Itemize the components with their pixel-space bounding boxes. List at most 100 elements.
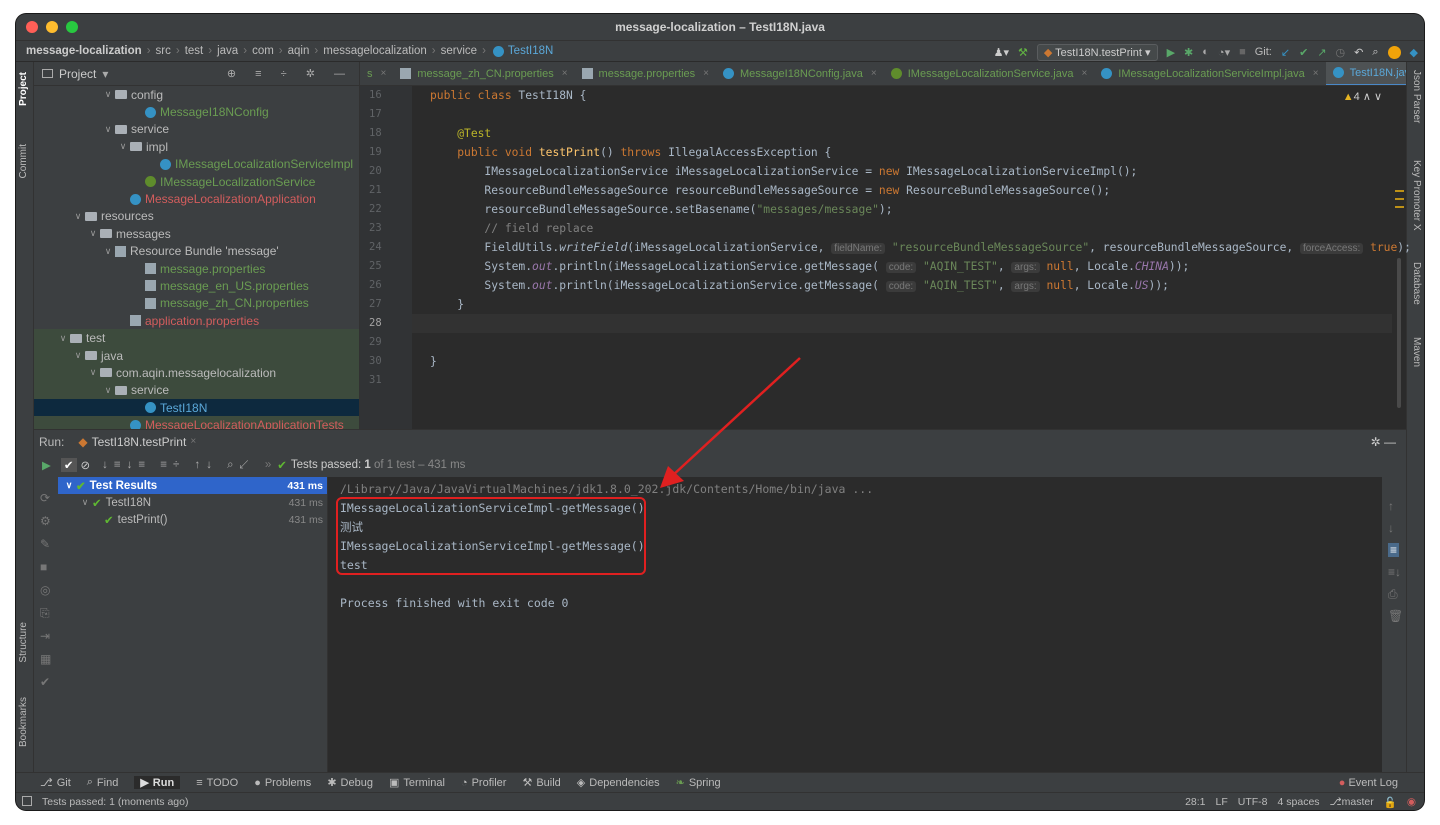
tree-item[interactable]: message.properties [34, 260, 359, 277]
tree-item[interactable]: TestI18N [34, 399, 359, 417]
run-side-icons[interactable]: ⟳ ⚙ ✎ ■ ◎ ⎘ ⇥ ▦ ✔ [40, 487, 51, 694]
editor-tab[interactable]: TestI18N.java× [1325, 62, 1406, 85]
git-push-icon[interactable]: ↗ [1317, 46, 1326, 59]
history-icon[interactable]: ◷ [1336, 46, 1346, 59]
editor-scrollbar[interactable] [1392, 86, 1406, 429]
tree-item[interactable]: ∨ Resource Bundle 'message' [34, 243, 359, 260]
line-number[interactable]: 23 [360, 219, 412, 238]
tool-window-spring[interactable]: ❧ Spring [676, 776, 721, 790]
expand-arrow-icon[interactable]: ∨ [71, 350, 85, 361]
git-branch[interactable]: ⎇master [1330, 796, 1374, 808]
project-panel-title[interactable]: Project [59, 67, 96, 81]
code-area[interactable]: public class TestI18N { @Test public voi… [412, 86, 1411, 429]
update-icon[interactable] [1387, 45, 1401, 59]
line-number[interactable]: 24 [360, 238, 412, 257]
tree-item[interactable]: MessageLocalizationApplicationTests [34, 416, 359, 429]
run-panel-settings-icon[interactable]: ✲ — [1371, 435, 1396, 449]
debug-icon[interactable]: ✱ [1184, 46, 1193, 59]
search-icon[interactable]: ⌕ [1372, 46, 1378, 59]
run-icon[interactable]: ▶ [1167, 46, 1175, 59]
expand-arrow-icon[interactable]: ∨ [71, 211, 85, 222]
expand-arrow-icon[interactable]: ∨ [101, 124, 115, 135]
close-tab-icon[interactable]: × [703, 68, 709, 79]
expand-arrow-icon[interactable]: ∨ [62, 480, 76, 491]
tool-window-profiler[interactable]: ◔ Profiler [461, 777, 507, 789]
rerun-icon[interactable]: ▶ [42, 458, 51, 472]
json-parser-tab[interactable]: Json Parser [1411, 70, 1422, 123]
breadcrumb-service[interactable]: service [441, 45, 477, 57]
breadcrumb-src[interactable]: src [156, 45, 171, 57]
tree-item[interactable]: ∨ java [34, 346, 359, 365]
run-tab[interactable]: ◆ TestI18N.testPrint × [78, 435, 196, 449]
line-number[interactable]: 16 [360, 86, 412, 105]
tree-item[interactable]: ∨ service [34, 381, 359, 400]
tree-item[interactable]: IMessageLocalizationService [34, 173, 359, 190]
tool-window-build[interactable]: ⚒ Build [522, 776, 560, 790]
editor-tab[interactable]: IMessageLocalizationService.java × [884, 62, 1095, 85]
event-log-button[interactable]: ● Event Log [1339, 777, 1398, 789]
status-panel-icon[interactable] [22, 796, 32, 806]
structure-tool-tab[interactable]: Structure [18, 622, 29, 663]
stop-icon[interactable]: ■ [1239, 46, 1246, 58]
file-encoding[interactable]: UTF-8 [1238, 796, 1268, 808]
coverage-icon[interactable]: ◐ [1202, 46, 1209, 58]
tool-window-todo[interactable]: ≡ TODO [196, 777, 238, 789]
show-ignored-toggle[interactable]: ⊘ [81, 458, 91, 472]
plugin-icon[interactable]: ◆ [1410, 46, 1418, 59]
profile-icon[interactable]: ◔▾ [1218, 46, 1230, 59]
expand-arrow-icon[interactable]: ∨ [101, 89, 115, 100]
show-passed-toggle[interactable]: ✔ [60, 458, 77, 472]
database-tab[interactable]: Database [1411, 262, 1422, 305]
memory-indicator[interactable]: ◉ [1407, 796, 1416, 808]
breadcrumb-messagelocalization[interactable]: messagelocalization [323, 45, 427, 57]
line-number[interactable]: 21 [360, 181, 412, 200]
line-number[interactable]: 27 [360, 295, 412, 314]
line-number[interactable]: 19 [360, 143, 412, 162]
line-number[interactable]: 29 [360, 333, 412, 352]
git-commit-icon[interactable]: ✔ [1299, 46, 1308, 59]
run-config-select[interactable]: ◆ TestI18N.testPrint ▾ [1036, 43, 1158, 61]
tree-item[interactable]: ∨ com.aqin.messagelocalization [34, 364, 359, 382]
test-result-row[interactable]: ✔ testPrint() 431 ms [58, 511, 327, 528]
line-separator[interactable]: LF [1216, 796, 1228, 808]
test-result-row[interactable]: ∨ ✔ TestI18N 431 ms [58, 494, 327, 511]
tree-item[interactable]: ∨ resources [34, 208, 359, 225]
tree-item[interactable]: message_en_US.properties [34, 277, 359, 294]
editor-tab[interactable]: s × [360, 62, 393, 85]
rollback-icon[interactable]: ↶ [1354, 46, 1363, 59]
tool-window-problems[interactable]: ● Problems [254, 777, 311, 789]
line-number[interactable]: 26 [360, 276, 412, 295]
close-tab-icon[interactable]: × [562, 68, 568, 79]
expand-arrow-icon[interactable]: ∨ [116, 141, 130, 152]
breadcrumb-java[interactable]: java [217, 45, 238, 57]
editor-tab[interactable]: MessageI18NConfig.java × [716, 62, 884, 85]
line-number[interactable]: 28 [360, 314, 412, 333]
breadcrumb-test[interactable]: test [185, 45, 204, 57]
line-number[interactable]: 31 [360, 371, 412, 390]
tree-item[interactable]: application.properties [34, 312, 359, 329]
tool-window-debug[interactable]: ✱ Debug [327, 776, 373, 790]
tool-window-terminal[interactable]: ▣ Terminal [389, 776, 445, 790]
zoom-window-button[interactable] [66, 21, 78, 33]
tool-window-run[interactable]: ▶ Run [134, 776, 181, 789]
tool-window-find[interactable]: ⌕ Find [87, 776, 119, 789]
tree-item[interactable]: MessageLocalizationApplication [34, 190, 359, 207]
cursor-position[interactable]: 28:1 [1185, 796, 1205, 808]
tree-item[interactable]: MessageI18NConfig [34, 103, 359, 120]
tool-window-git[interactable]: ⎇ Git [40, 776, 71, 790]
close-tab-icon[interactable]: × [381, 68, 387, 79]
project-panel-tools[interactable]: ⊕ ≡ ÷ ✲ — [227, 67, 353, 80]
close-tab-icon[interactable]: × [1313, 68, 1319, 79]
editor-tab[interactable]: message.properties × [575, 62, 716, 85]
line-number[interactable]: 17 [360, 105, 412, 124]
line-number[interactable]: 18 [360, 124, 412, 143]
expand-arrow-icon[interactable]: ∨ [86, 367, 100, 378]
editor-tab[interactable]: message_zh_CN.properties × [393, 62, 574, 85]
tool-window-dependencies[interactable]: ◈ Dependencies [577, 776, 660, 790]
tree-item[interactable]: ∨ impl [34, 138, 359, 155]
sort-tools[interactable]: ↓≡↓≡ ≡÷ ↑↓ ⌕↙ [102, 459, 255, 472]
lock-icon[interactable]: 🔓 [1384, 796, 1397, 809]
commit-tool-tab[interactable]: Commit [18, 144, 29, 178]
indent-setting[interactable]: 4 spaces [1278, 796, 1320, 808]
expand-arrow-icon[interactable]: ∨ [78, 497, 92, 508]
